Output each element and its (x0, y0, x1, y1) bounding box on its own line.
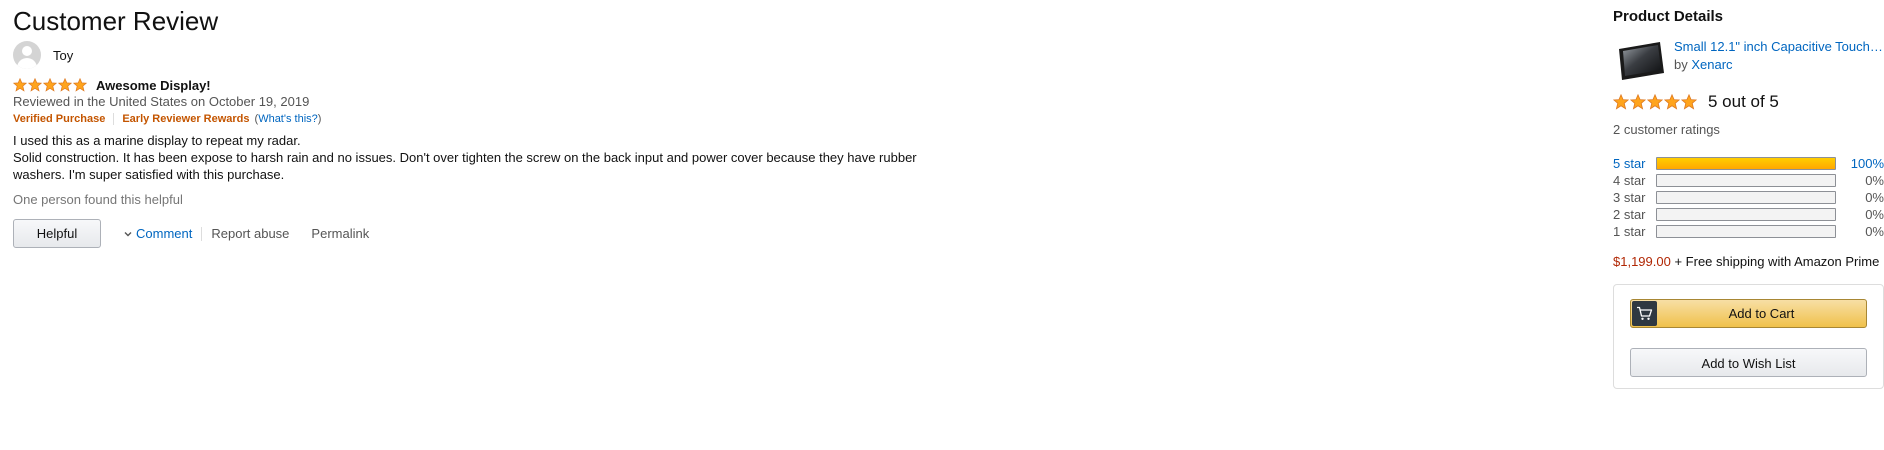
verified-purchase-badge: Verified Purchase (13, 113, 106, 125)
review-actions: Helpful Comment Report abuse Permalink (13, 219, 369, 248)
histogram-bar-fill (1657, 158, 1835, 169)
rating-histogram: 5 star 100% 4 star 0% 3 star 0% 2 star 0% 1 star… (1613, 155, 1884, 240)
price-line: $1,199.00 + Free shipping with Amazon Pr… (1613, 254, 1879, 269)
report-abuse-link[interactable]: Report abuse (211, 226, 289, 241)
whats-this-link[interactable]: What's this? (258, 113, 318, 125)
review-date: Reviewed in the United States on October… (13, 94, 310, 109)
histogram-row: 3 star 0% (1613, 189, 1884, 206)
histogram-star-label[interactable]: 5 star (1613, 155, 1646, 172)
histogram-percent: 0% (1865, 173, 1884, 188)
product-details-heading: Product Details (1613, 8, 1724, 25)
review-body-line: I used this as a marine display to repea… (13, 133, 301, 148)
histogram-percent: 0% (1865, 190, 1884, 205)
comment-label: Comment (136, 226, 193, 241)
star-icon (73, 78, 87, 92)
review-badges: Verified Purchase Early Reviewer Rewards… (13, 113, 321, 125)
star-icon (58, 78, 72, 92)
histogram-bar (1656, 191, 1836, 204)
histogram-star-label: 4 star (1613, 173, 1646, 188)
product-title-link[interactable]: Small 12.1" inch Capacitive Touchscreen (1674, 39, 1884, 54)
brand-link[interactable]: Xenarc (1691, 57, 1732, 72)
histogram-percent: 0% (1865, 207, 1884, 222)
histogram-bar[interactable] (1656, 157, 1836, 170)
star-icon (1630, 94, 1646, 110)
histogram-star-label: 3 star (1613, 190, 1646, 205)
whats-this-wrap: (What's this?) (255, 113, 322, 125)
histogram-percent: 0% (1865, 224, 1884, 239)
chevron-down-icon (124, 231, 132, 236)
comment-link[interactable]: Comment (123, 226, 192, 241)
product-brand-line: by Xenarc (1674, 57, 1733, 72)
product-thumbnail[interactable] (1616, 41, 1667, 81)
star-icon (1647, 94, 1663, 110)
histogram-row: 1 star 0% (1613, 223, 1884, 240)
histogram-percent[interactable]: 100% (1851, 155, 1884, 172)
paren-close: ) (317, 113, 322, 125)
early-reviewer-badge: Early Reviewer Rewards (122, 113, 250, 125)
star-icon (1681, 94, 1697, 110)
customer-ratings-count: 2 customer ratings (1613, 122, 1720, 137)
star-icon (1613, 94, 1629, 110)
histogram-bar (1656, 174, 1836, 187)
product-summary: Small 12.1" inch Capacitive Touchscreen … (1613, 38, 1884, 82)
star-icon (1664, 94, 1680, 110)
cart-icon (1632, 301, 1657, 326)
add-to-cart-label: Add to Cart (1728, 306, 1795, 321)
star-icon (13, 78, 27, 92)
add-to-wishlist-button[interactable]: Add to Wish List (1630, 348, 1867, 377)
helpful-button[interactable]: Helpful (13, 219, 101, 248)
by-prefix: by (1674, 57, 1688, 72)
avatar-head (22, 46, 32, 56)
histogram-row: 4 star 0% (1613, 172, 1884, 189)
badge-divider (113, 113, 115, 125)
review-heading-line: Awesome Display! (13, 77, 211, 93)
histogram-bar (1656, 208, 1836, 221)
add-to-cart-button[interactable]: Add to Cart (1630, 299, 1867, 328)
overall-rating: 5 out of 5 (1613, 92, 1779, 112)
review-body-line: Solid construction. It has been expose t… (13, 150, 917, 182)
histogram-bar (1656, 225, 1836, 238)
overall-star-rating[interactable] (1613, 94, 1697, 110)
helpful-count: One person found this helpful (13, 192, 183, 207)
histogram-row[interactable]: 5 star 100% (1613, 155, 1884, 172)
histogram-row: 2 star 0% (1613, 206, 1884, 223)
reviewer-profile[interactable]: Toy (13, 41, 73, 69)
shipping-text: + Free shipping with Amazon Prime (1674, 254, 1880, 269)
review-title[interactable]: Awesome Display! (96, 78, 211, 93)
histogram-star-label: 2 star (1613, 207, 1646, 222)
page-title: Customer Review (13, 6, 219, 36)
permalink-link[interactable]: Permalink (311, 226, 369, 241)
cart-glyph (1637, 306, 1653, 320)
histogram-star-label: 1 star (1613, 224, 1646, 239)
reviewer-name[interactable]: Toy (53, 48, 73, 63)
rating-text: 5 out of 5 (1708, 92, 1779, 111)
buy-box: Add to Cart Add to Wish List (1613, 284, 1884, 389)
action-divider (201, 226, 203, 241)
review-star-rating[interactable] (13, 78, 87, 92)
price: $1,199.00 (1613, 254, 1671, 269)
star-icon (43, 78, 57, 92)
review-body: I used this as a marine display to repea… (13, 132, 963, 183)
avatar-body (17, 58, 37, 69)
avatar[interactable] (13, 41, 41, 69)
star-icon (28, 78, 42, 92)
